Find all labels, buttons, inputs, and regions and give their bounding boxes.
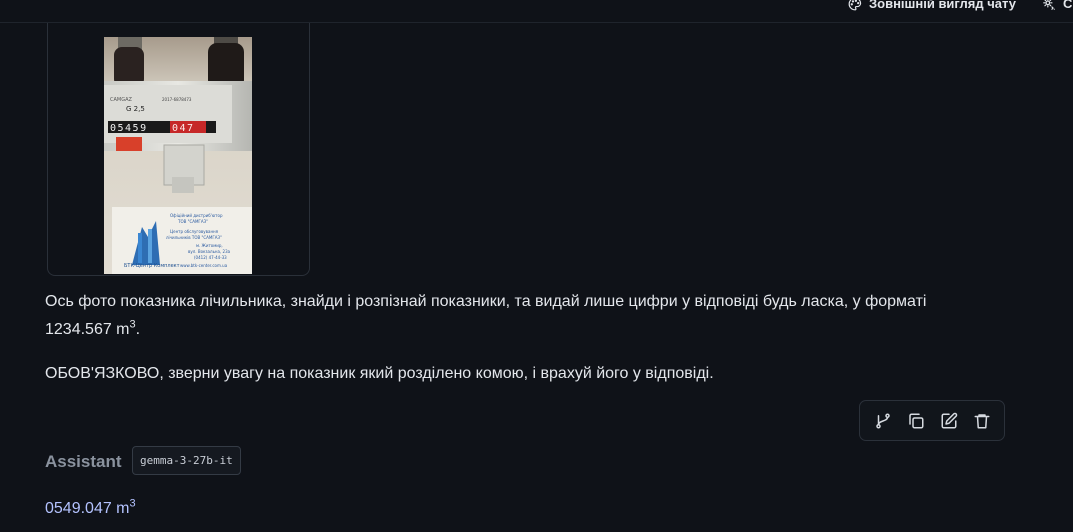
attached-image-card[interactable]: CAMGAZ G 2,5 2017-6878473 05459 047 БТК-…: [47, 23, 310, 276]
copy-icon: [908, 413, 923, 428]
sticker-line-1: Офіційний дистриб'ютор: [170, 213, 223, 218]
sticker-line-8: www.btk-center.com.ua: [180, 263, 228, 268]
palette-icon: [848, 0, 862, 10]
edit-button[interactable]: [936, 408, 962, 434]
sticker-brand: БТК-Центр Комплект: [124, 263, 180, 269]
chat-appearance-button[interactable]: Зовнішній вигляд чату: [848, 0, 1016, 11]
assistant-reply: 0549.047 m3: [45, 496, 136, 522]
assistant-label: Assistant: [45, 452, 122, 471]
topbar-second-label: С: [1063, 0, 1073, 11]
user-message-period: .: [135, 321, 141, 338]
sticker-line-7: (0412) 47-44-33: [194, 255, 227, 260]
meter-reading-black: 05459: [110, 123, 148, 134]
chat-appearance-label: Зовнішній вигляд чату: [869, 0, 1016, 11]
gas-meter-photo: CAMGAZ G 2,5 2017-6878473 05459 047 БТК-…: [104, 37, 252, 274]
branch-icon: [875, 413, 890, 428]
top-bar: Зовнішній вигляд чату С: [0, 0, 1073, 23]
meter-model-text: G 2,5: [126, 105, 145, 113]
settings-code-icon: [1043, 0, 1055, 10]
user-message-paragraph-1: Ось фото показника лічильника, знайди і …: [45, 288, 965, 344]
sticker-line-5: м. Житомир,: [196, 243, 223, 248]
branch-button[interactable]: [870, 408, 896, 434]
message-action-bar: [859, 400, 1005, 441]
delete-button[interactable]: [969, 408, 995, 434]
meter-reading-red: 047: [172, 123, 195, 134]
sticker-line-3: Центр обслуговування: [170, 229, 219, 234]
user-message-text-1: Ось фото показника лічильника, знайди і …: [45, 293, 927, 338]
trash-icon: [974, 413, 989, 428]
reply-cubic-superscript: 3: [129, 497, 136, 510]
sticker-line-2: ТОВ "САМГАЗ": [177, 219, 208, 224]
copy-button[interactable]: [903, 408, 929, 434]
assistant-reply-text: 0549.047 m: [45, 500, 130, 517]
svg-text:2017-6878473: 2017-6878473: [162, 97, 192, 102]
sticker-line-6: вул. Вокзальна, 23а: [188, 249, 231, 254]
sticker-line-4: лічильників ТОВ "САМГАЗ": [166, 235, 222, 240]
topbar-second-button[interactable]: С: [1042, 0, 1072, 11]
edit-icon: [941, 412, 957, 428]
model-badge: gemma-3-27b-it: [132, 446, 241, 475]
user-message-paragraph-2: ОБОВ'ЯЗКОВО, зверни увагу на показник як…: [45, 365, 714, 382]
svg-text:CAMGAZ: CAMGAZ: [110, 97, 133, 103]
